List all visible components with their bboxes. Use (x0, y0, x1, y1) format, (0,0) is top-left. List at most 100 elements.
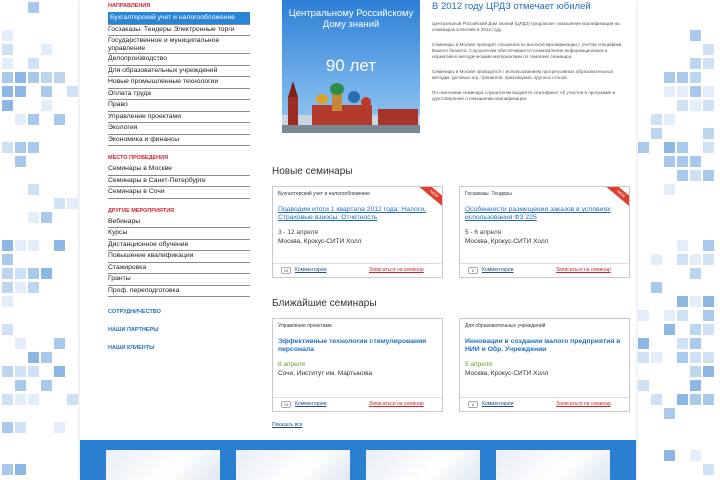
hero-years: 90 лет (325, 56, 377, 75)
sidebar-item-sochi[interactable]: Семинары в Сочи (108, 187, 250, 199)
card-category: Госзаказы. Тендеры (465, 191, 512, 197)
footer-thumbnail[interactable] (496, 450, 610, 480)
sidebar-item-spb[interactable]: Семинары в Санкт-Петербурге (108, 176, 250, 187)
sidebar: НАПРАВЛЕНИЯ Бухгалтерский учет и налогоо… (108, 0, 250, 357)
seminar-card[interactable]: NEW Бухгалтерский учет и налогообложение… (272, 186, 443, 278)
sidebar-item-economics[interactable]: Экономика и финансы (108, 135, 250, 146)
mosaic-tile (2, 44, 13, 55)
comment-count-badge: 6 (468, 401, 478, 408)
mosaic-tile (677, 142, 688, 153)
comments-link[interactable]: Комментарии (482, 398, 514, 411)
mosaic-tile (651, 352, 662, 363)
card-title-link[interactable]: Подводим итоги 1 квартала 2012 года: Нал… (273, 197, 442, 222)
sidebar-item-office-work[interactable]: Делопроизводство (108, 54, 250, 66)
mosaic-tile (41, 380, 52, 391)
mosaic-tile (651, 128, 662, 139)
sidebar-item-internship[interactable]: Стажировка (108, 263, 250, 274)
mosaic-tile (703, 58, 714, 69)
sidebar-item-grants[interactable]: Гранты (108, 274, 250, 286)
mosaic-tile (703, 240, 714, 251)
comment-count-badge: 6 (468, 267, 478, 274)
mosaic-tile (703, 324, 714, 335)
mosaic-tile (67, 394, 78, 405)
mosaic-tile (67, 198, 78, 209)
sidebar-item-webinars[interactable]: Вебинары (108, 217, 250, 228)
sidebar-link-cooperation[interactable]: СОТРУДНИЧЕСТВО (108, 303, 250, 321)
seminar-card[interactable]: Для образовательных учреждений Инновации… (459, 318, 630, 412)
signup-link[interactable]: Записаться на семинар (369, 398, 424, 411)
seminar-card[interactable]: Управление проектами Эффективные техноло… (272, 318, 443, 412)
card-place: Москва, Крокус-СИТИ Холл (465, 370, 549, 377)
mosaic-tile (664, 184, 675, 195)
sidebar-item-retraining[interactable]: Проф. переподготовка (108, 286, 250, 297)
card-place: Москва, Крокус-СИТИ Холл (465, 238, 549, 245)
mosaic-tile (690, 72, 701, 83)
mosaic-tile (28, 282, 39, 293)
mosaic-tile (2, 240, 13, 251)
intro-title[interactable]: В 2012 году ЦРДЗ отмечает юбилей (432, 1, 622, 12)
comments-link[interactable]: Комментарии (295, 398, 327, 411)
comments-link[interactable]: Комментарии (482, 264, 514, 277)
sidebar-item-gov-management[interactable]: Государственное и муниципальное управлен… (108, 36, 250, 54)
mosaic-tile (677, 338, 688, 349)
sidebar-item-courses[interactable]: Курсы (108, 228, 250, 240)
mosaic-tile (15, 86, 26, 97)
intro-paragraph: Семинары в Москве проводят специалисты в… (432, 42, 622, 59)
sidebar-item-project-management[interactable]: Управление проектами (108, 112, 250, 123)
footer-thumbnail[interactable] (106, 450, 220, 480)
mosaic-tile (28, 58, 39, 69)
mosaic-tile (41, 72, 52, 83)
mosaic-tile (664, 142, 675, 153)
sidebar-item-moscow[interactable]: Семинары в Москве (108, 164, 250, 176)
footer-thumbnail[interactable] (366, 450, 480, 480)
mosaic-tile (15, 464, 26, 475)
sidebar-item-industrial-tech[interactable]: Новые промышленные технологии (108, 77, 250, 89)
mosaic-tile (2, 86, 13, 97)
mosaic-tile (690, 394, 701, 405)
show-all-link[interactable]: Показать все (272, 422, 303, 428)
sidebar-link-clients[interactable]: НАШИ КЛИЕНТЫ (108, 339, 250, 357)
card-title-link[interactable]: Особенности размещения заказов в условия… (460, 197, 629, 222)
mosaic-tile (690, 58, 701, 69)
hero-banner[interactable]: Центральному Российскому Дому знаний 90 … (282, 0, 420, 133)
sidebar-item-accounting[interactable]: Бухгалтерский учет и налогообложение (108, 12, 250, 25)
card-title-link[interactable]: Эффективные технологии стимулирования пе… (273, 329, 442, 354)
mosaic-tile (703, 86, 714, 97)
hero-text: Центральному Российскому Дому знаний (288, 8, 414, 30)
intro-block: В 2012 году ЦРДЗ отмечает юбилей Централ… (432, 0, 622, 102)
signup-link[interactable]: Записаться на семинар (556, 264, 611, 277)
signup-link[interactable]: Записаться на семинар (556, 398, 611, 411)
mosaic-tile (28, 114, 39, 125)
mosaic-tile (15, 72, 26, 83)
mosaic-tile (2, 464, 13, 475)
mosaic-tile (54, 114, 65, 125)
mosaic-tile (677, 86, 688, 97)
comments-link[interactable]: Комментарии (295, 264, 327, 277)
sidebar-link-partners[interactable]: НАШИ ПАРТНЕРЫ (108, 321, 250, 339)
sidebar-item-law[interactable]: Право (108, 100, 250, 112)
mosaic-tile (664, 72, 675, 83)
card-title-link[interactable]: Инновации в создании малого предприятия … (460, 329, 629, 354)
mosaic-tile (41, 100, 52, 111)
sidebar-item-ecology[interactable]: Экология (108, 123, 250, 135)
sidebar-item-education[interactable]: Для образовательных учреждений (108, 66, 250, 77)
signup-link[interactable]: Записаться на семинар (369, 264, 424, 277)
mosaic-tile (690, 352, 701, 363)
mosaic-tile (638, 310, 649, 321)
mosaic-tile (690, 100, 701, 111)
sidebar-item-distance[interactable]: Дистанционное обучение (108, 240, 250, 251)
mosaic-tile (690, 86, 701, 97)
mosaic-tile (703, 394, 714, 405)
mosaic-tile (2, 296, 13, 307)
sidebar-item-tenders[interactable]: Госзаказы. Тендеры Электронные торги (108, 25, 250, 36)
sidebar-item-qualification[interactable]: Повышение квалификации (108, 251, 250, 263)
mosaic-tile (677, 156, 688, 167)
sidebar-item-payroll[interactable]: Оплата труда (108, 89, 250, 100)
card-date: 5 апреля (465, 361, 492, 368)
mosaic-tile (2, 72, 13, 83)
mosaic-tile (690, 380, 701, 391)
mosaic-tile (2, 324, 13, 335)
footer-thumbnail[interactable] (236, 450, 350, 480)
mosaic-tile (638, 142, 649, 153)
seminar-card[interactable]: NEW Госзаказы. Тендеры Особенности разме… (459, 186, 630, 278)
